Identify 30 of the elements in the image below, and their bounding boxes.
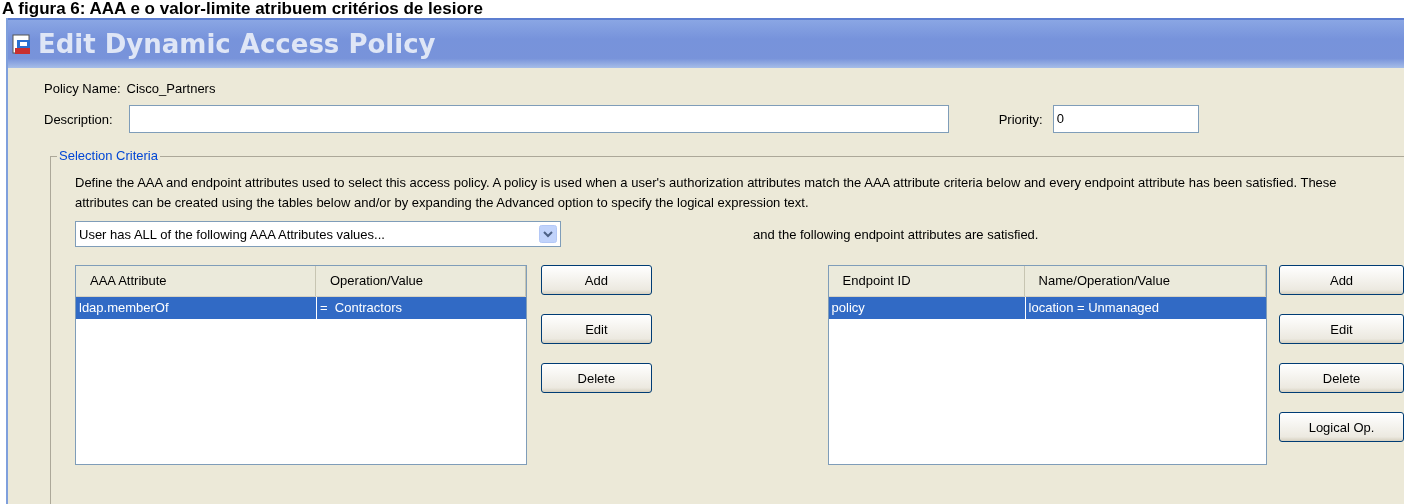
instruction-text: Define the AAA and endpoint attributes used to select this access policy. A policy is used when a user's authorization attributes match the AAA attribute criteria below and every endpoint attribute has been satisfied. These attributes can be created using the tables below and/or by expanding the Advanced option to specify the logical expression text. [75, 174, 1338, 212]
column-header[interactable]: Name/Operation/Value [1024, 266, 1267, 296]
table-cell: location = Unmanaged [1024, 297, 1267, 319]
priority-field[interactable]: 0 [1052, 105, 1199, 133]
match-dropdown[interactable]: User has ALL of the following AAA Attributes values... [75, 221, 561, 247]
figure-caption: A figura 6: AAA e o valor-limite atribuem critérios de lesiore [2, 0, 484, 18]
column-header[interactable]: Endpoint ID [828, 266, 1025, 296]
window-title: Edit Dynamic Access Policy [38, 29, 436, 59]
table-cell-text: ldap.memberOf [78, 299, 170, 317]
column-header[interactable]: AAA Attribute [76, 266, 316, 296]
table-cell-text: policy [830, 299, 866, 317]
action-button[interactable]: Edit [541, 314, 652, 344]
action-button[interactable]: Logical Op. [1279, 412, 1404, 442]
group-title: Selection Criteria [57, 148, 160, 163]
action-button[interactable]: Edit [1279, 314, 1404, 344]
action-button[interactable]: Delete [541, 363, 652, 393]
column-header[interactable]: Operation/Value [316, 266, 527, 296]
description-field[interactable] [128, 105, 949, 133]
app-icon [12, 33, 32, 55]
table-row[interactable]: ldap.memberOf = Contractors [76, 297, 527, 319]
table-cell: = Contractors [316, 297, 527, 319]
action-button[interactable]: Delete [1279, 363, 1404, 393]
action-button[interactable]: Add [541, 265, 652, 295]
table-row[interactable]: policy location = Unmanaged [828, 297, 1267, 319]
endpoint-text: and the following endpoint attributes are satisfied. [753, 226, 1039, 242]
field-label: Priority: [998, 111, 1043, 127]
action-button[interactable]: Add [1279, 265, 1404, 295]
field-label: Policy Name: [44, 80, 121, 96]
policy-name-value: Cisco_Partners [126, 80, 216, 96]
field-label: Description: [44, 111, 113, 127]
